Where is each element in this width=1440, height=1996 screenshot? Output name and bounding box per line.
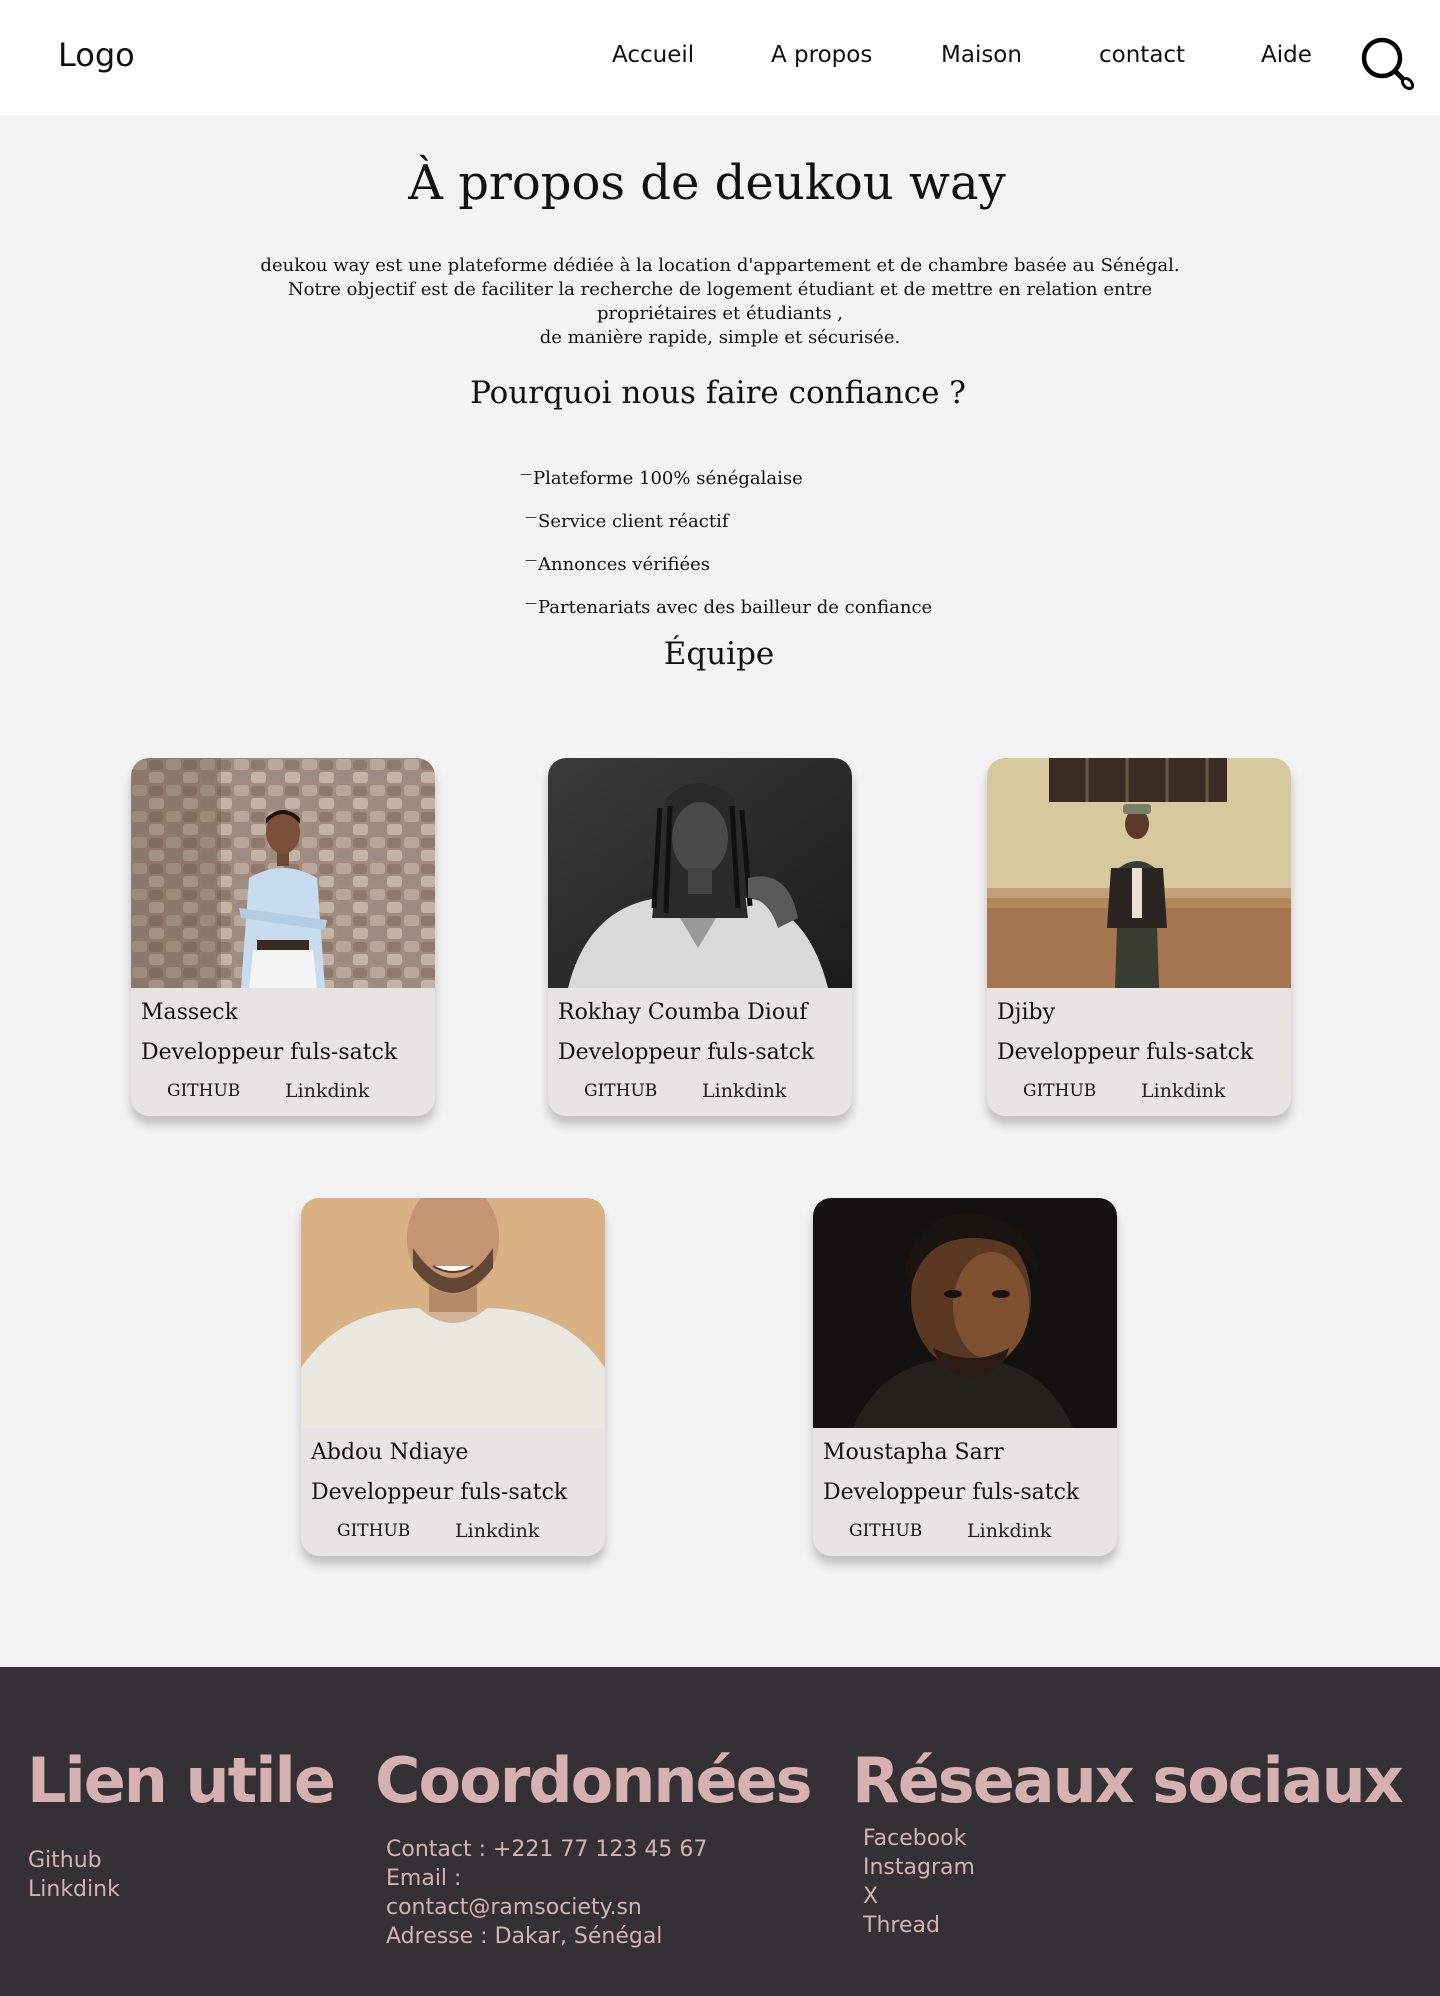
member-photo [813,1198,1117,1428]
nav-accueil[interactable]: Accueil [612,42,694,68]
member-photo [131,758,435,988]
member-name: Djiby [997,1000,1056,1025]
about-title: À propos de deukou way [408,155,1006,211]
footer-contact-email[interactable]: contact@ramsociety.sn [386,1893,707,1922]
linkedin-link[interactable]: Linkdink [967,1520,1051,1542]
search-icon [1361,37,1415,91]
why-item: —Service client réactif [525,510,729,532]
member-role: Developpeur fuls-satck [141,1040,398,1065]
footer-social-x[interactable]: X [863,1882,975,1911]
site-header: Logo Accueil A propos Maison contact Aid… [0,0,1440,115]
linkedin-link[interactable]: Linkdink [285,1080,369,1102]
footer-contact-title: Coordonnées [375,1744,813,1817]
why-item: —Annonces vérifiées [525,553,711,575]
why-title: Pourquoi nous faire confiance ? [470,375,966,411]
member-photo [987,758,1291,988]
footer-contact-phone: Contact : +221 77 123 45 67 [386,1837,708,1862]
about-description: deukou way est une plateforme dédiée à l… [220,254,1220,350]
about-description-line: deukou way est une plateforme dédiée à l… [260,255,1180,276]
logo[interactable]: Logo [58,36,135,74]
search-button[interactable] [1360,36,1416,92]
footer-contact-email-label: Email : [386,1866,462,1891]
nav-contact[interactable]: contact [1099,42,1185,68]
footer-social-thread[interactable]: Thread [863,1911,975,1940]
member-name: Moustapha Sarr [823,1440,1004,1465]
team-card: Djiby Developpeur fuls-satck GITHUB Link… [987,758,1291,1116]
member-name: Masseck [141,1000,238,1025]
github-link[interactable]: GITHUB [167,1081,240,1101]
footer-links-title: Lien utile [27,1744,336,1817]
team-card: Masseck Developpeur fuls-satck GITHUB Li… [131,758,435,1116]
footer-social-title: Réseaux sociaux [852,1744,1404,1817]
member-role: Developpeur fuls-satck [311,1480,568,1505]
about-description-line: Notre objectif est de faciliter la reche… [287,279,1153,300]
member-name: Rokhay Coumba Diouf [558,1000,808,1025]
nav-aide[interactable]: Aide [1261,42,1312,68]
footer-social-facebook[interactable]: Facebook [863,1824,975,1853]
member-name: Abdou Ndiaye [311,1440,469,1465]
nav-maison[interactable]: Maison [941,42,1022,68]
footer-contact-list: Contact : +221 77 123 45 67 Email : cont… [386,1835,707,1951]
member-photo [301,1198,605,1428]
team-card: Abdou Ndiaye Developpeur fuls-satck GITH… [301,1198,605,1556]
footer-links-list: Github Linkdink [28,1846,120,1904]
site-footer [0,1667,1440,1996]
footer-social-instagram[interactable]: Instagram [863,1853,975,1882]
github-link[interactable]: GITHUB [849,1521,922,1541]
why-list: —Plateforme 100% sénégalaise —Service cl… [520,455,932,627]
linkedin-link[interactable]: Linkdink [702,1080,786,1102]
nav-a-propos[interactable]: A propos [771,42,872,68]
member-role: Developpeur fuls-satck [558,1040,815,1065]
footer-social-list: Facebook Instagram X Thread [863,1824,975,1940]
team-title: Équipe [663,636,775,672]
why-item: —Partenariats avec des bailleur de confi… [525,596,933,618]
member-role: Developpeur fuls-satck [823,1480,1080,1505]
linkedin-link[interactable]: Linkdink [455,1520,539,1542]
footer-link-linkedin[interactable]: Linkdink [28,1875,120,1904]
footer-link-github[interactable]: Github [28,1846,120,1875]
github-link[interactable]: GITHUB [1023,1081,1096,1101]
footer-contact-address: Adresse : Dakar, Sénégal [386,1924,663,1949]
member-role: Developpeur fuls-satck [997,1040,1254,1065]
linkedin-link[interactable]: Linkdink [1141,1080,1225,1102]
why-item: —Plateforme 100% sénégalaise [520,467,803,489]
github-link[interactable]: GITHUB [337,1521,410,1541]
team-card: Rokhay Coumba Diouf Developpeur fuls-sat… [548,758,852,1116]
github-link[interactable]: GITHUB [584,1081,657,1101]
team-card: Moustapha Sarr Developpeur fuls-satck GI… [813,1198,1117,1556]
about-description-line: de manière rapide, simple et sécurisée. [539,327,901,348]
member-photo [548,758,852,988]
about-description-line: propriétaires et étudiants , [596,303,844,324]
